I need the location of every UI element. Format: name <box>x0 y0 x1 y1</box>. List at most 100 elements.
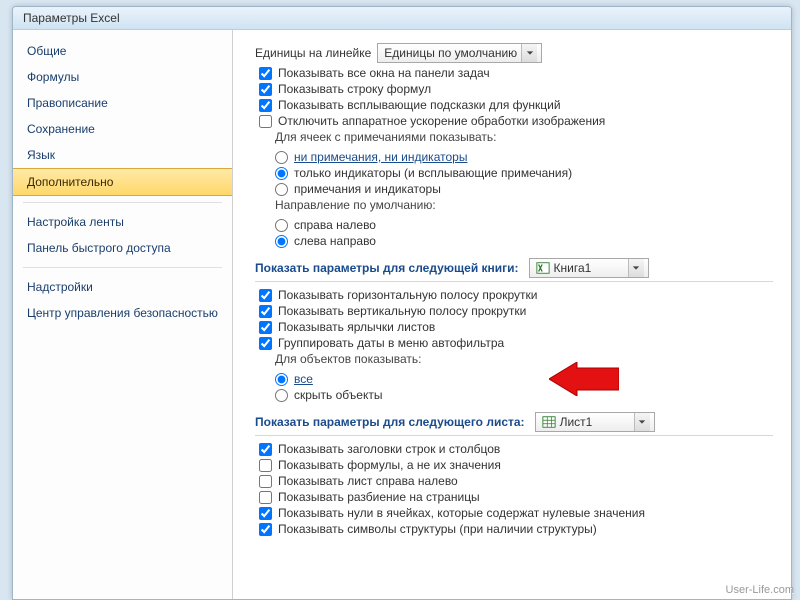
checkbox-label: Показывать всплывающие подсказки для фун… <box>278 98 561 112</box>
radio-input[interactable] <box>275 151 288 164</box>
checkbox-label: Показывать ярлычки листов <box>278 320 435 334</box>
checkbox-show-tooltips[interactable]: Показывать всплывающие подсказки для фун… <box>255 98 773 112</box>
checkbox-label: Показывать все окна на панели задач <box>278 66 490 80</box>
checkbox-vscrollbar[interactable]: Показывать вертикальную полосу прокрутки <box>255 304 773 318</box>
sidebar-separator <box>23 202 222 203</box>
checkbox-input[interactable] <box>259 507 272 520</box>
radio-input[interactable] <box>275 183 288 196</box>
checkbox-sheet-tabs[interactable]: Показывать ярлычки листов <box>255 320 773 334</box>
sidebar: Общие Формулы Правописание Сохранение Яз… <box>13 30 233 599</box>
workbook-dropdown[interactable]: Книга1 <box>529 258 649 278</box>
section-title: Показать параметры для следующей книги: <box>255 261 519 275</box>
checkbox-show-zeros[interactable]: Показывать нули в ячейках, которые содер… <box>255 506 773 520</box>
worksheet-dropdown[interactable]: Лист1 <box>535 412 655 432</box>
radio-label: только индикаторы (и всплывающие примеча… <box>294 166 572 180</box>
checkbox-input[interactable] <box>259 337 272 350</box>
checkbox-show-formula-bar[interactable]: Показывать строку формул <box>255 82 773 96</box>
radio-input[interactable] <box>275 235 288 248</box>
radio-label: справа налево <box>294 218 376 232</box>
radio-label: ни примечания, ни индикаторы <box>294 150 467 164</box>
radio-input[interactable] <box>275 167 288 180</box>
checkbox-page-breaks[interactable]: Показывать разбиение на страницы <box>255 490 773 504</box>
checkbox-input[interactable] <box>259 83 272 96</box>
checkbox-hscrollbar[interactable]: Показывать горизонтальную полосу прокрут… <box>255 288 773 302</box>
checkbox-label: Показывать горизонтальную полосу прокрут… <box>278 288 537 302</box>
checkbox-input[interactable] <box>259 443 272 456</box>
checkbox-group-dates[interactable]: Группировать даты в меню автофильтра <box>255 336 773 350</box>
book-section-header: Показать параметры для следующей книги: … <box>255 258 773 282</box>
comments-group-title: Для ячеек с примечаниями показывать: <box>275 130 773 144</box>
checkbox-label: Показывать разбиение на страницы <box>278 490 480 504</box>
section-title: Показать параметры для следующего листа: <box>255 415 525 429</box>
checkbox-input[interactable] <box>259 321 272 334</box>
chevron-down-icon <box>628 259 644 277</box>
checkbox-label: Показывать нули в ячейках, которые содер… <box>278 506 645 520</box>
checkbox-input[interactable] <box>259 523 272 536</box>
window-title: Параметры Excel <box>23 11 120 25</box>
checkbox-label: Показывать строку формул <box>278 82 431 96</box>
checkbox-outline-symbols[interactable]: Показывать символы структуры (при наличи… <box>255 522 773 536</box>
radio-input[interactable] <box>275 373 288 386</box>
radio-objects-all[interactable]: все <box>275 372 773 386</box>
chevron-down-icon <box>634 413 650 431</box>
window-body: Общие Формулы Правописание Сохранение Яз… <box>13 30 791 599</box>
sidebar-item-save[interactable]: Сохранение <box>13 116 232 142</box>
dropdown-value: Лист1 <box>560 415 630 429</box>
sidebar-item-addins[interactable]: Надстройки <box>13 274 232 300</box>
checkbox-show-all-windows[interactable]: Показывать все окна на панели задач <box>255 66 773 80</box>
checkbox-input[interactable] <box>259 67 272 80</box>
ruler-units-dropdown[interactable]: Единицы по умолчанию <box>377 43 542 63</box>
watermark: User-Life.com <box>726 584 794 596</box>
checkbox-input[interactable] <box>259 99 272 112</box>
content-panel: Единицы на линейке Единицы по умолчанию … <box>233 30 791 599</box>
objects-group-title: Для объектов показывать: <box>275 352 773 366</box>
sidebar-item-formulas[interactable]: Формулы <box>13 64 232 90</box>
radio-label: примечания и индикаторы <box>294 182 441 196</box>
radio-label: скрыть объекты <box>294 388 382 402</box>
radio-input[interactable] <box>275 219 288 232</box>
options-window: Параметры Excel Общие Формулы Правописан… <box>12 6 792 600</box>
checkbox-input[interactable] <box>259 491 272 504</box>
sidebar-item-advanced[interactable]: Дополнительно <box>13 168 232 196</box>
chevron-down-icon <box>521 44 537 62</box>
radio-ltr[interactable]: слева направо <box>275 234 773 248</box>
checkbox-label: Группировать даты в меню автофильтра <box>278 336 504 350</box>
checkbox-input[interactable] <box>259 289 272 302</box>
radio-label: все <box>294 372 313 386</box>
sidebar-item-language[interactable]: Язык <box>13 142 232 168</box>
checkbox-disable-hw-accel[interactable]: Отключить аппаратное ускорение обработки… <box>255 114 773 128</box>
radio-input[interactable] <box>275 389 288 402</box>
checkbox-show-formulas[interactable]: Показывать формулы, а не их значения <box>255 458 773 472</box>
checkbox-sheet-rtl[interactable]: Показывать лист справа налево <box>255 474 773 488</box>
checkbox-input[interactable] <box>259 459 272 472</box>
radio-indicators-only[interactable]: только индикаторы (и всплывающие примеча… <box>275 166 773 180</box>
direction-group-title: Направление по умолчанию: <box>275 198 773 212</box>
checkbox-label: Показывать заголовки строк и столбцов <box>278 442 500 456</box>
sidebar-item-customize-ribbon[interactable]: Настройка ленты <box>13 209 232 235</box>
sheet-section-header: Показать параметры для следующего листа:… <box>255 412 773 436</box>
radio-rtl[interactable]: справа налево <box>275 218 773 232</box>
sidebar-item-proofing[interactable]: Правописание <box>13 90 232 116</box>
dropdown-value: Единицы по умолчанию <box>384 46 517 60</box>
checkbox-label: Показывать лист справа налево <box>278 474 458 488</box>
ruler-label: Единицы на линейке <box>255 46 371 60</box>
radio-comments-and-indicators[interactable]: примечания и индикаторы <box>275 182 773 196</box>
radio-no-comments[interactable]: ни примечания, ни индикаторы <box>275 150 773 164</box>
sidebar-item-general[interactable]: Общие <box>13 38 232 64</box>
sidebar-separator <box>23 267 222 268</box>
checkbox-input[interactable] <box>259 305 272 318</box>
radio-objects-hide[interactable]: скрыть объекты <box>275 388 773 402</box>
checkbox-label: Показывать формулы, а не их значения <box>278 458 501 472</box>
sidebar-item-quick-access[interactable]: Панель быстрого доступа <box>13 235 232 261</box>
checkbox-label: Показывать вертикальную полосу прокрутки <box>278 304 526 318</box>
excel-sheet-icon <box>542 415 556 429</box>
checkbox-input[interactable] <box>259 115 272 128</box>
checkbox-label: Отключить аппаратное ускорение обработки… <box>278 114 605 128</box>
checkbox-input[interactable] <box>259 475 272 488</box>
checkbox-label: Показывать символы структуры (при наличи… <box>278 522 597 536</box>
ruler-row: Единицы на линейке Единицы по умолчанию <box>255 43 773 63</box>
window-titlebar[interactable]: Параметры Excel <box>13 7 791 30</box>
checkbox-show-headers[interactable]: Показывать заголовки строк и столбцов <box>255 442 773 456</box>
dropdown-value: Книга1 <box>554 261 624 275</box>
sidebar-item-trust-center[interactable]: Центр управления безопасностью <box>13 300 232 326</box>
